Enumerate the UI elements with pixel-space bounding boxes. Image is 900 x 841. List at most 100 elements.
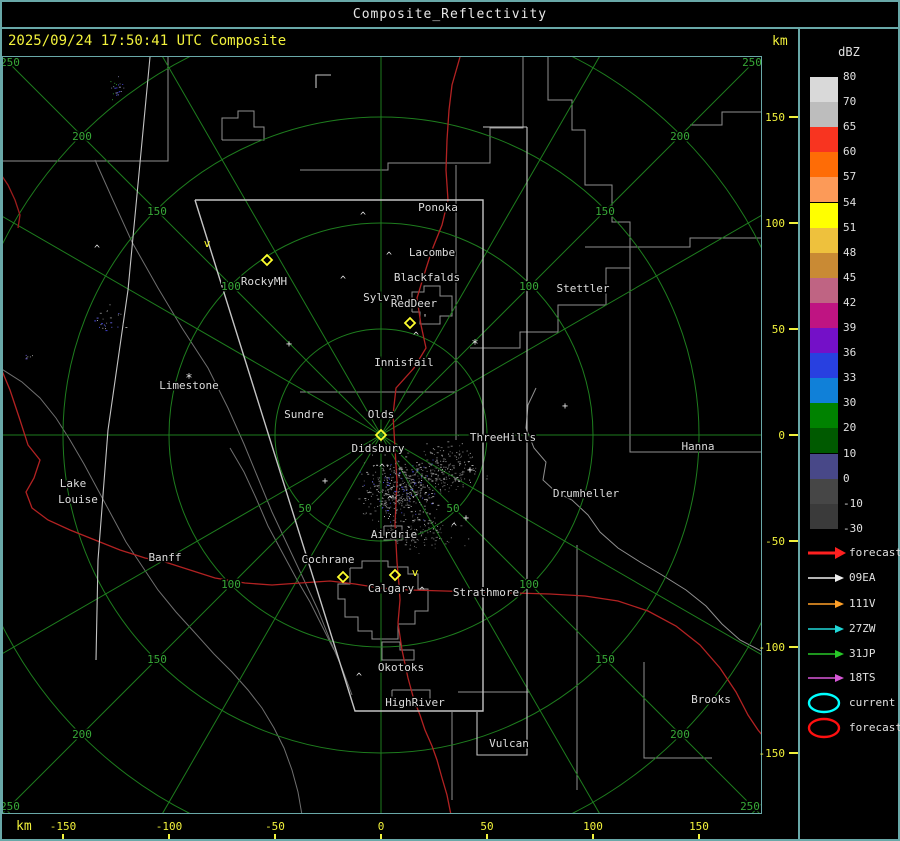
colorbar-block-0: [810, 478, 838, 504]
obs-marker: ^: [356, 672, 362, 683]
colorbar-label-51: 51: [843, 220, 857, 234]
track-label-forecast: forecast: [849, 546, 900, 559]
right-axis-tick: [789, 222, 798, 224]
track-arrow-27ZW: [808, 625, 844, 633]
city-label-ponoka: Ponoka: [418, 201, 458, 214]
obs-marker: +: [463, 513, 469, 524]
bottom-axis-unit-label: km: [16, 819, 32, 834]
colorbar-block-65: [810, 127, 838, 153]
county-boundary: [629, 268, 762, 453]
city-label-rockymh: RockyMH: [241, 275, 287, 288]
colorbar-label--30: -30: [843, 521, 863, 535]
radar-site-marker: [403, 316, 417, 330]
bottom-axis-tick: [274, 834, 276, 839]
ring-label-100: 100: [221, 280, 241, 293]
ring-label-150: 150: [595, 205, 615, 218]
ring-label-200: 200: [670, 130, 690, 143]
colorbar-label-33: 33: [843, 371, 857, 385]
bottom-axis-tick: [592, 834, 594, 839]
track-arrow-31JP: [808, 650, 844, 658]
bottom-axis-label-100: 100: [583, 820, 603, 833]
echo-field: [25, 76, 488, 554]
obs-marker: ^: [340, 275, 346, 286]
bottom-axis-tick: [698, 834, 700, 839]
city-label-lake: Lake: [60, 477, 87, 490]
obs-marker: ^: [379, 463, 385, 474]
colorbar-block-54: [810, 202, 838, 228]
colorbar-label-0: 0: [843, 471, 850, 485]
obs-marker: ^: [360, 211, 366, 222]
forecast-ellipse-icon: [807, 717, 841, 739]
city-label-innisfail: Innisfail: [374, 356, 434, 369]
colorbar-label-57: 57: [843, 170, 857, 184]
colorbar-block-36: [810, 353, 838, 379]
bottom-axis-label-50: 50: [480, 820, 494, 833]
colorbar-label-65: 65: [843, 120, 857, 134]
ring-label-150: 150: [147, 205, 167, 218]
county-boundary: [585, 237, 762, 248]
colorbar-label--10: -10: [843, 496, 863, 510]
colorbar-label-80: 80: [843, 70, 857, 83]
city-label-stettler: Stettler: [557, 282, 610, 295]
ring-label-100: 100: [519, 280, 539, 293]
obs-marker: *: [471, 337, 478, 351]
window-titlebar[interactable]: Composite_Reflectivity: [2, 2, 898, 27]
ring-label-250: 250: [2, 800, 20, 813]
radar-map[interactable]: 50 50 100 100 100 100 150 150 150 150 200 200 200 200…: [2, 56, 762, 814]
obs-marker: ^: [94, 244, 100, 255]
city-label-okotoks: Okotoks: [378, 661, 424, 674]
ring-label-200: 200: [72, 130, 92, 143]
city-label-banff: Banff: [148, 551, 181, 564]
colorbar-label-10: 10: [843, 446, 857, 460]
city-label-sundre: Sundre: [284, 408, 324, 421]
city-label-strathmore: Strathmore: [453, 586, 519, 599]
bottom-axis-label--150: -150: [49, 820, 77, 833]
right-axis-tick: [789, 328, 798, 330]
city-label-airdrie: Airdrie: [371, 528, 417, 541]
colorbar-block-42: [810, 302, 838, 328]
bottom-axis-tick: [486, 834, 488, 839]
county-boundary: [221, 110, 265, 141]
ring-label-250: 250: [2, 56, 20, 69]
county-boundary: [300, 57, 524, 171]
ring-label-100: 100: [221, 578, 241, 591]
obs-marker: +: [467, 465, 473, 476]
track-label-18TS: 18TS: [849, 671, 876, 684]
ring-label-200: 200: [72, 728, 92, 741]
colorbar-label-70: 70: [843, 95, 857, 109]
track-arrow-18TS: [808, 674, 844, 682]
timestamp-text: 2025/09/24 17:50:41 UTC Composite: [8, 33, 287, 49]
colorbar-block-20: [810, 428, 838, 454]
radar-site-marker: [336, 570, 350, 584]
right-axis-tick: [789, 434, 798, 436]
county-boundary: [525, 387, 762, 653]
ring-label-250: 250: [742, 56, 762, 69]
colorbar-block-57: [810, 177, 838, 203]
ring-label-150: 150: [147, 653, 167, 666]
city-label-reddeer: RedDeer: [391, 297, 438, 310]
right-axis-tick: [789, 752, 798, 754]
colorbar-block-39: [810, 328, 838, 354]
city-label-lacombe: Lacombe: [409, 246, 455, 259]
bottom-axis-label--50: -50: [265, 820, 285, 833]
radial-line-210: [161, 434, 382, 814]
city-label-cochrane: Cochrane: [302, 553, 355, 566]
colorbar-block-33: [810, 378, 838, 404]
bottom-axis-label-0: 0: [377, 820, 385, 833]
colorbar-block-60: [810, 152, 838, 178]
right-axis-label-100: 100: [765, 217, 785, 230]
obs-marker: *: [185, 371, 192, 385]
bottom-axis-tick: [168, 834, 170, 839]
right-axis-label--150: -150: [758, 747, 786, 760]
city-label-vulcan: Vulcan: [489, 737, 529, 750]
colorbar-block-30: [810, 403, 838, 429]
radial-line-300: [2, 215, 382, 436]
radial-line-330: [161, 56, 382, 436]
coverage-outline: [315, 74, 331, 88]
obs-marker: ^: [413, 331, 419, 342]
right-axis-unit-label: km: [772, 34, 788, 49]
obs-marker: +: [562, 401, 568, 412]
right-axis-label--100: -100: [758, 641, 786, 654]
city-label-didsbury: Didsbury: [352, 442, 405, 455]
colorbar-label-45: 45: [843, 270, 857, 284]
